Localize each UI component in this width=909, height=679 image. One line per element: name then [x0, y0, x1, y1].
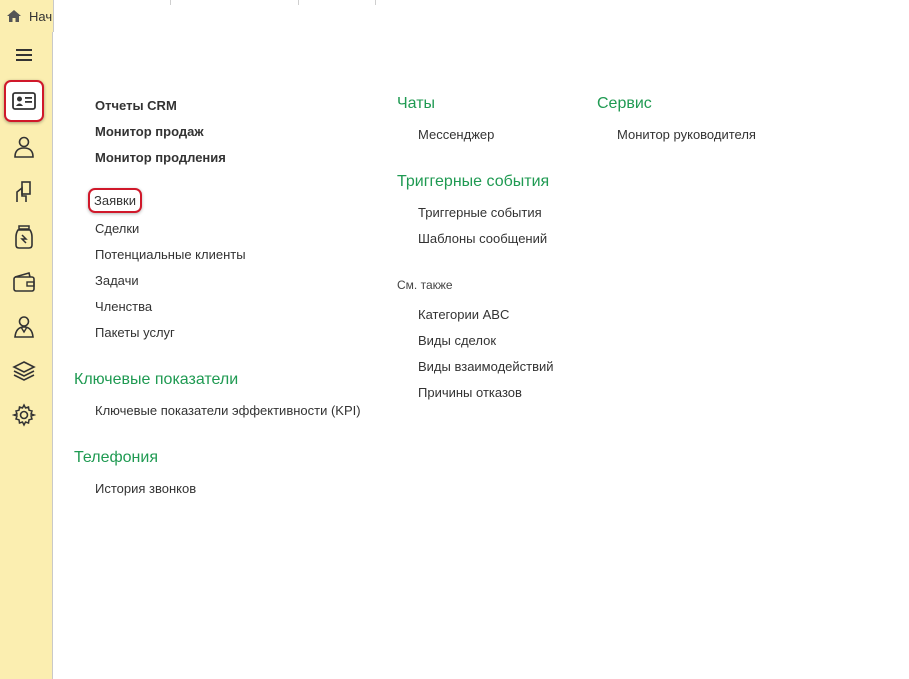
section-header-telephony: Телефония	[74, 449, 158, 466]
link-tasks[interactable]: Задачи	[95, 273, 139, 288]
see-also-label: См. также	[397, 278, 453, 292]
link-messenger[interactable]: Мессенджер	[418, 127, 494, 142]
link-crm-reports[interactable]: Отчеты CRM	[95, 98, 177, 113]
link-call-history[interactable]: История звонков	[95, 481, 196, 496]
section-header-chats: Чаты	[397, 95, 436, 112]
section-header-kpi: Ключевые показатели	[74, 371, 239, 388]
link-rejection-reasons[interactable]: Причины отказов	[418, 385, 522, 400]
link-memberships[interactable]: Членства	[95, 299, 152, 314]
person-alt-icon[interactable]	[6, 309, 42, 345]
link-trigger-events[interactable]: Триггерные события	[418, 205, 542, 220]
stack-icon[interactable]	[6, 353, 42, 389]
hand-card-icon[interactable]	[6, 174, 42, 210]
link-abc-categories[interactable]: Категории ABC	[418, 307, 509, 322]
link-potential-clients[interactable]: Потенциальные клиенты	[95, 247, 246, 262]
main-content: Отчеты CRM Монитор продаж Монитор продле…	[54, 32, 909, 679]
person-icon[interactable]	[6, 129, 42, 165]
link-renewal-monitor[interactable]: Монитор продления	[95, 150, 226, 165]
top-bar: Нач	[0, 0, 909, 32]
crm-icon[interactable]	[6, 83, 42, 119]
tab-divider	[298, 0, 299, 5]
sidebar	[0, 32, 53, 679]
home-tab-label: Нач	[29, 9, 53, 24]
link-interaction-types[interactable]: Виды взаимодействий	[418, 359, 554, 374]
link-kpi[interactable]: Ключевые показатели эффективности (KPI)	[95, 403, 361, 418]
section-header-service: Сервис	[597, 95, 652, 112]
home-icon	[7, 10, 21, 22]
tab-divider	[375, 0, 376, 5]
tab-divider	[170, 0, 171, 5]
link-service-packages[interactable]: Пакеты услуг	[95, 325, 175, 340]
section-header-triggers: Триггерные события	[397, 173, 550, 190]
link-deals[interactable]: Сделки	[95, 221, 139, 236]
wallet-icon[interactable]	[6, 264, 42, 300]
link-requests[interactable]: Заявки	[88, 188, 142, 213]
link-message-templates[interactable]: Шаблоны сообщений	[418, 231, 547, 246]
menu-icon[interactable]	[6, 37, 42, 73]
link-deal-types[interactable]: Виды сделок	[418, 333, 496, 348]
link-manager-monitor[interactable]: Монитор руководителя	[617, 127, 756, 142]
jar-icon[interactable]	[6, 219, 42, 255]
gear-icon[interactable]	[6, 397, 42, 433]
link-sales-monitor[interactable]: Монитор продаж	[95, 124, 204, 139]
home-tab[interactable]: Нач	[0, 0, 54, 32]
